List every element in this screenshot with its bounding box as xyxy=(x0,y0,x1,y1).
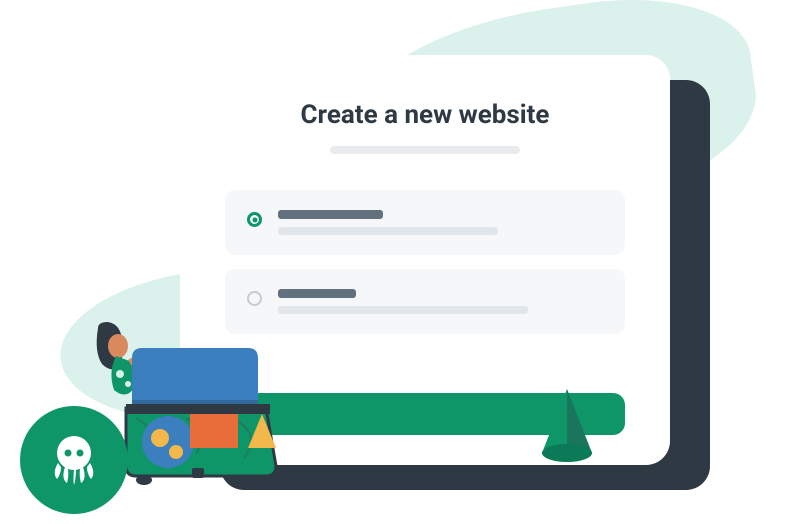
subtitle-skeleton xyxy=(330,146,520,154)
octopus-icon xyxy=(43,429,105,491)
option-1[interactable] xyxy=(225,190,625,255)
card-title: Create a new website xyxy=(301,100,550,130)
option-1-content xyxy=(278,210,603,235)
option-1-title-skeleton xyxy=(278,210,383,219)
option-1-desc-skeleton xyxy=(278,227,498,235)
cone-decoration xyxy=(538,389,596,469)
option-2-title-skeleton xyxy=(278,289,356,298)
radio-option-1[interactable] xyxy=(247,212,262,227)
option-2-desc-skeleton xyxy=(278,306,528,314)
option-2-content xyxy=(278,289,603,314)
logo-badge xyxy=(20,406,128,514)
